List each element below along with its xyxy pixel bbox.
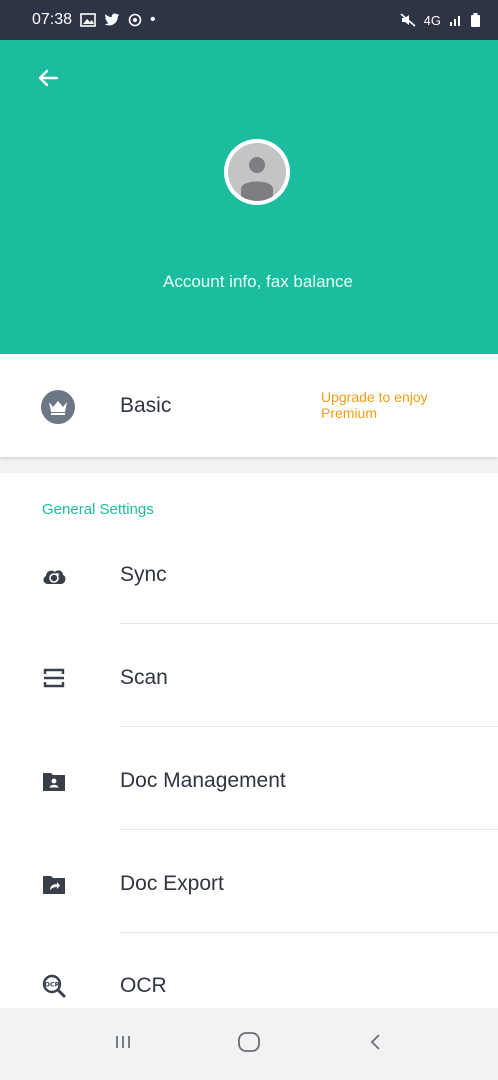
- divider: [120, 726, 498, 727]
- status-bar: 07:38 • 4G: [0, 0, 498, 40]
- back-chevron-icon: [368, 1032, 382, 1057]
- status-dot: •: [150, 11, 156, 28]
- home-button[interactable]: [229, 1024, 269, 1064]
- plan-name: Basic: [120, 394, 172, 417]
- crown-icon: [41, 390, 75, 424]
- twitter-icon: [104, 13, 120, 27]
- system-nav-bar: [0, 1008, 498, 1080]
- folder-person-icon: [41, 768, 67, 794]
- folder-share-icon: [41, 871, 67, 897]
- arrow-left-icon: [37, 67, 59, 94]
- status-bar-right: 4G: [400, 13, 480, 28]
- account-info-text: Account info, fax balance: [163, 272, 353, 291]
- settings-item-label: Scan: [120, 666, 168, 689]
- battery-icon: [471, 13, 480, 27]
- network-4g-icon: 4G: [423, 12, 441, 28]
- settings-item-scan[interactable]: Scan: [0, 628, 498, 731]
- divider: [120, 932, 498, 933]
- home-icon: [237, 1031, 261, 1058]
- recents-icon: [113, 1032, 133, 1057]
- settings-item-label: OCR: [120, 974, 167, 997]
- settings-item-doc-management[interactable]: Doc Management: [0, 731, 498, 834]
- avatar[interactable]: [224, 139, 290, 205]
- cloud-sync-icon: [41, 563, 67, 589]
- plan-card[interactable]: Basic Upgrade to enjoy Premium: [0, 354, 498, 457]
- settings-item-sync[interactable]: Sync: [0, 525, 498, 628]
- sync-status-icon: [128, 13, 142, 27]
- divider: [120, 829, 498, 830]
- settings-item-label: Doc Management: [120, 769, 286, 792]
- account-header[interactable]: Account info, fax balance: [0, 40, 498, 354]
- settings-item-label: Sync: [120, 563, 167, 586]
- gallery-icon: [80, 13, 96, 27]
- status-time: 07:38: [32, 11, 73, 28]
- svg-text:OCR: OCR: [44, 981, 59, 989]
- recents-button[interactable]: [103, 1024, 143, 1064]
- back-nav-button[interactable]: [355, 1024, 395, 1064]
- section-title: General Settings: [42, 501, 154, 518]
- settings-item-label: Doc Export: [120, 872, 224, 895]
- back-button[interactable]: [30, 62, 66, 98]
- signal-icon: [449, 14, 463, 26]
- mute-icon: [400, 13, 416, 27]
- status-bar-left: 07:38 •: [32, 11, 156, 29]
- scan-icon: [41, 665, 67, 691]
- ocr-search-icon: OCR: [41, 973, 67, 999]
- settings-item-doc-export[interactable]: Doc Export: [0, 834, 498, 937]
- upgrade-link[interactable]: Upgrade to enjoy Premium: [321, 389, 471, 421]
- general-settings-section: General Settings Sync Scan Doc Managemen…: [0, 473, 498, 1008]
- divider: [120, 623, 498, 624]
- user-avatar-icon: [228, 143, 286, 201]
